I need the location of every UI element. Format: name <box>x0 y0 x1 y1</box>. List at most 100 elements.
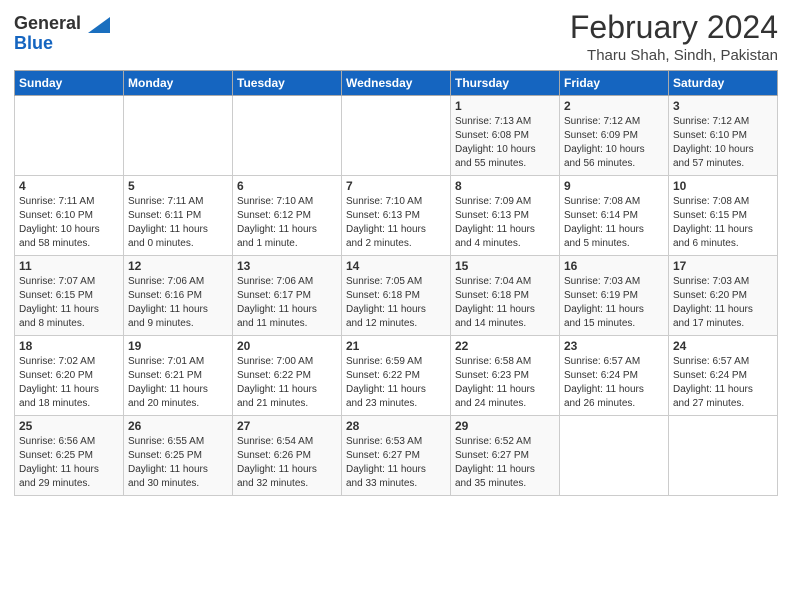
calendar-cell: 23 Sunrise: 6:57 AM Sunset: 6:24 PM Dayli… <box>560 336 669 416</box>
day-number: 3 <box>673 99 773 113</box>
day-info: Sunrise: 6:58 AM Sunset: 6:23 PM Dayligh… <box>455 355 555 411</box>
weekday-header-monday: Monday <box>124 71 233 96</box>
week-row-5: 25 Sunrise: 6:56 AM Sunset: 6:25 PM Dayli… <box>15 416 778 496</box>
day-info: Sunrise: 7:02 AM Sunset: 6:20 PM Dayligh… <box>19 355 119 411</box>
calendar-cell: 21 Sunrise: 6:59 AM Sunset: 6:22 PM Dayli… <box>342 336 451 416</box>
day-number: 6 <box>237 179 337 193</box>
calendar-cell: 26Sunrise: 6:55 AM Sunset: 6:25 PM Dayli… <box>124 416 233 496</box>
day-info: Sunrise: 7:04 AM Sunset: 6:18 PM Dayligh… <box>455 275 555 331</box>
calendar-cell <box>233 96 342 176</box>
day-info: Sunrise: 7:10 AM Sunset: 6:12 PM Dayligh… <box>237 195 337 251</box>
day-number: 20 <box>237 339 337 353</box>
day-info: Sunrise: 7:10 AM Sunset: 6:13 PM Dayligh… <box>346 195 446 251</box>
calendar-page: General Blue February 2024 Tharu Shah, S… <box>0 0 792 612</box>
day-number: 1 <box>455 99 555 113</box>
day-info: Sunrise: 6:56 AM Sunset: 6:25 PM Dayligh… <box>19 435 119 491</box>
day-info: Sunrise: 7:06 AM Sunset: 6:17 PM Dayligh… <box>237 275 337 331</box>
day-info: Sunrise: 7:03 AM Sunset: 6:20 PM Dayligh… <box>673 275 773 331</box>
title-area: February 2024 Tharu Shah, Sindh, Pakista… <box>570 10 778 64</box>
calendar-cell: 27Sunrise: 6:54 AM Sunset: 6:26 PM Dayli… <box>233 416 342 496</box>
weekday-header-friday: Friday <box>560 71 669 96</box>
day-info: Sunrise: 7:06 AM Sunset: 6:16 PM Dayligh… <box>128 275 228 331</box>
calendar-cell: 6 Sunrise: 7:10 AM Sunset: 6:12 PM Daylig… <box>233 176 342 256</box>
logo-triangle-icon <box>88 17 110 33</box>
day-number: 5 <box>128 179 228 193</box>
day-info: Sunrise: 6:52 AM Sunset: 6:27 PM Dayligh… <box>455 435 555 491</box>
calendar-cell: 17Sunrise: 7:03 AM Sunset: 6:20 PM Dayli… <box>669 256 778 336</box>
calendar-cell: 3 Sunrise: 7:12 AM Sunset: 6:10 PM Daylig… <box>669 96 778 176</box>
calendar-cell: 16 Sunrise: 7:03 AM Sunset: 6:19 PM Dayli… <box>560 256 669 336</box>
calendar-cell <box>124 96 233 176</box>
day-number: 21 <box>346 339 446 353</box>
calendar-cell: 25 Sunrise: 6:56 AM Sunset: 6:25 PM Dayli… <box>15 416 124 496</box>
day-info: Sunrise: 7:07 AM Sunset: 6:15 PM Dayligh… <box>19 275 119 331</box>
day-info: Sunrise: 7:11 AM Sunset: 6:10 PM Dayligh… <box>19 195 119 251</box>
calendar-cell: 14Sunrise: 7:05 AM Sunset: 6:18 PM Dayli… <box>342 256 451 336</box>
week-row-4: 18 Sunrise: 7:02 AM Sunset: 6:20 PM Dayli… <box>15 336 778 416</box>
day-number: 18 <box>19 339 119 353</box>
day-number: 10 <box>673 179 773 193</box>
day-number: 23 <box>564 339 664 353</box>
calendar-cell: 1Sunrise: 7:13 AM Sunset: 6:08 PM Daylig… <box>451 96 560 176</box>
calendar-cell: 4 Sunrise: 7:11 AM Sunset: 6:10 PM Daylig… <box>15 176 124 256</box>
calendar-cell: 8 Sunrise: 7:09 AM Sunset: 6:13 PM Daylig… <box>451 176 560 256</box>
week-row-1: 1Sunrise: 7:13 AM Sunset: 6:08 PM Daylig… <box>15 96 778 176</box>
weekday-header-wednesday: Wednesday <box>342 71 451 96</box>
day-number: 15 <box>455 259 555 273</box>
weekday-header-sunday: Sunday <box>15 71 124 96</box>
weekday-header-thursday: Thursday <box>451 71 560 96</box>
logo-general: General <box>14 13 81 33</box>
day-number: 2 <box>564 99 664 113</box>
day-info: Sunrise: 7:12 AM Sunset: 6:10 PM Dayligh… <box>673 115 773 171</box>
day-info: Sunrise: 7:11 AM Sunset: 6:11 PM Dayligh… <box>128 195 228 251</box>
calendar-table: SundayMondayTuesdayWednesdayThursdayFrid… <box>14 70 778 496</box>
day-info: Sunrise: 7:03 AM Sunset: 6:19 PM Dayligh… <box>564 275 664 331</box>
day-info: Sunrise: 7:08 AM Sunset: 6:14 PM Dayligh… <box>564 195 664 251</box>
day-info: Sunrise: 7:09 AM Sunset: 6:13 PM Dayligh… <box>455 195 555 251</box>
location-title: Tharu Shah, Sindh, Pakistan <box>570 47 778 64</box>
calendar-cell: 7 Sunrise: 7:10 AM Sunset: 6:13 PM Daylig… <box>342 176 451 256</box>
day-info: Sunrise: 6:53 AM Sunset: 6:27 PM Dayligh… <box>346 435 446 491</box>
day-number: 11 <box>19 259 119 273</box>
calendar-cell: 18 Sunrise: 7:02 AM Sunset: 6:20 PM Dayli… <box>15 336 124 416</box>
weekday-header-saturday: Saturday <box>669 71 778 96</box>
day-number: 29 <box>455 419 555 433</box>
day-info: Sunrise: 6:57 AM Sunset: 6:24 PM Dayligh… <box>673 355 773 411</box>
calendar-cell <box>342 96 451 176</box>
day-info: Sunrise: 6:57 AM Sunset: 6:24 PM Dayligh… <box>564 355 664 411</box>
weekday-header-tuesday: Tuesday <box>233 71 342 96</box>
logo-blue: Blue <box>14 33 53 53</box>
day-number: 16 <box>564 259 664 273</box>
day-number: 27 <box>237 419 337 433</box>
day-info: Sunrise: 7:05 AM Sunset: 6:18 PM Dayligh… <box>346 275 446 331</box>
calendar-cell: 13 Sunrise: 7:06 AM Sunset: 6:17 PM Dayli… <box>233 256 342 336</box>
day-number: 24 <box>673 339 773 353</box>
calendar-cell: 10Sunrise: 7:08 AM Sunset: 6:15 PM Dayli… <box>669 176 778 256</box>
day-info: Sunrise: 6:59 AM Sunset: 6:22 PM Dayligh… <box>346 355 446 411</box>
calendar-cell <box>560 416 669 496</box>
calendar-cell: 11 Sunrise: 7:07 AM Sunset: 6:15 PM Dayli… <box>15 256 124 336</box>
day-number: 13 <box>237 259 337 273</box>
calendar-cell: 5 Sunrise: 7:11 AM Sunset: 6:11 PM Daylig… <box>124 176 233 256</box>
calendar-cell: 9 Sunrise: 7:08 AM Sunset: 6:14 PM Daylig… <box>560 176 669 256</box>
calendar-cell <box>15 96 124 176</box>
day-number: 19 <box>128 339 228 353</box>
logo: General Blue <box>14 14 110 54</box>
day-info: Sunrise: 7:12 AM Sunset: 6:09 PM Dayligh… <box>564 115 664 171</box>
day-number: 28 <box>346 419 446 433</box>
day-number: 9 <box>564 179 664 193</box>
calendar-cell: 28 Sunrise: 6:53 AM Sunset: 6:27 PM Dayli… <box>342 416 451 496</box>
day-number: 8 <box>455 179 555 193</box>
month-title: February 2024 <box>570 10 778 45</box>
calendar-cell: 2 Sunrise: 7:12 AM Sunset: 6:09 PM Daylig… <box>560 96 669 176</box>
day-number: 4 <box>19 179 119 193</box>
calendar-cell: 20 Sunrise: 7:00 AM Sunset: 6:22 PM Dayli… <box>233 336 342 416</box>
calendar-cell: 19 Sunrise: 7:01 AM Sunset: 6:21 PM Dayli… <box>124 336 233 416</box>
day-number: 7 <box>346 179 446 193</box>
day-number: 25 <box>19 419 119 433</box>
calendar-cell: 22Sunrise: 6:58 AM Sunset: 6:23 PM Dayli… <box>451 336 560 416</box>
day-number: 12 <box>128 259 228 273</box>
day-info: Sunrise: 7:01 AM Sunset: 6:21 PM Dayligh… <box>128 355 228 411</box>
day-info: Sunrise: 7:00 AM Sunset: 6:22 PM Dayligh… <box>237 355 337 411</box>
calendar-cell: 29 Sunrise: 6:52 AM Sunset: 6:27 PM Dayli… <box>451 416 560 496</box>
